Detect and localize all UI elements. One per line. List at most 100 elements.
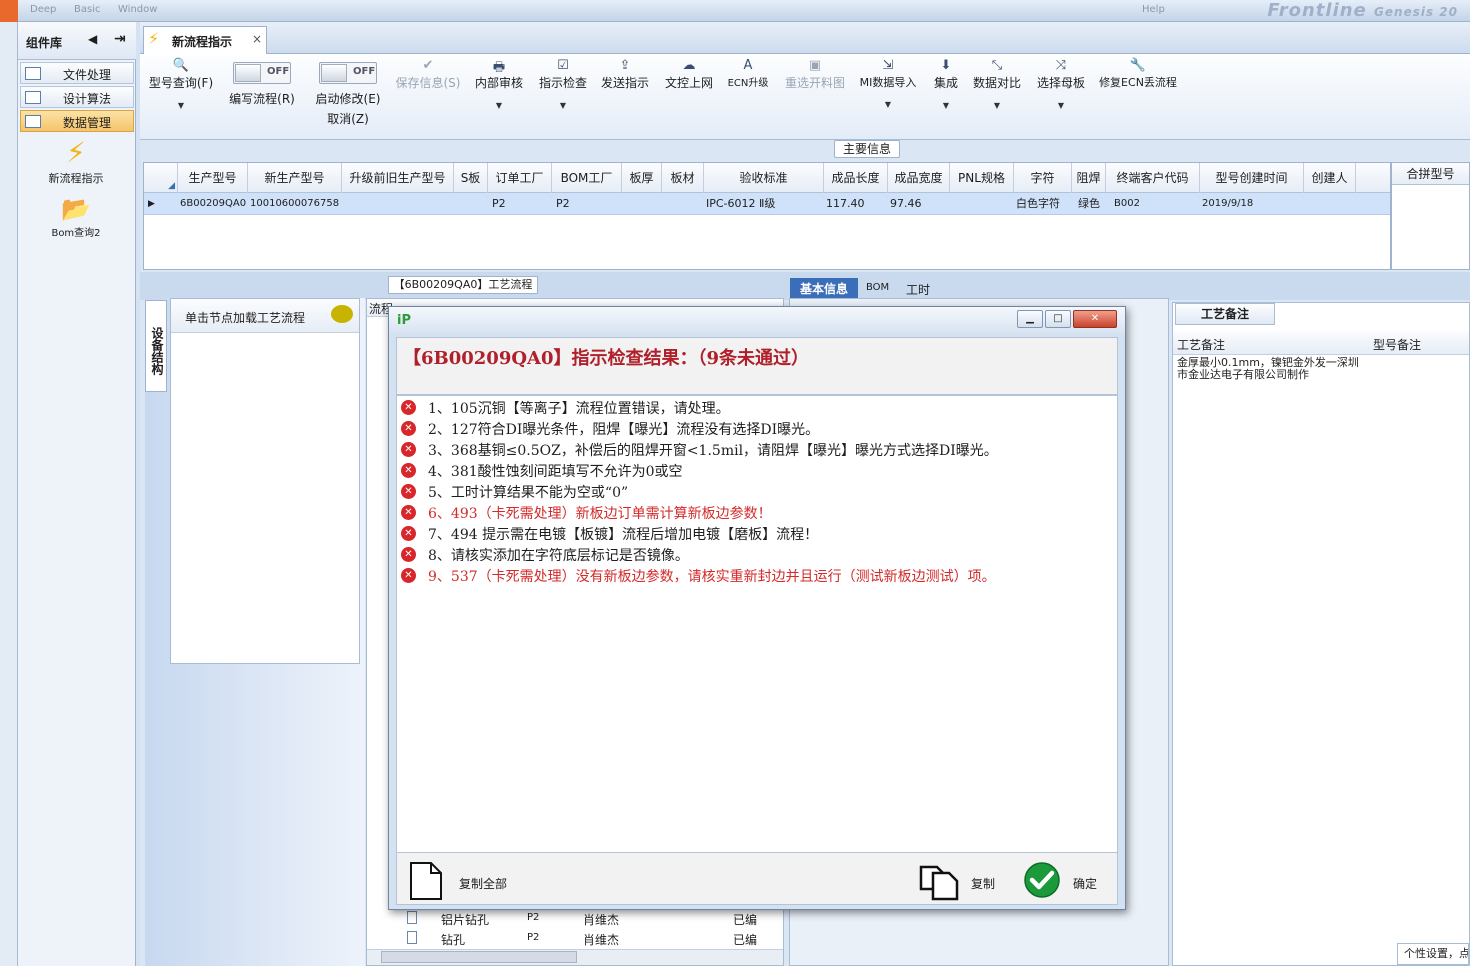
tab-basic-info[interactable]: 基本信息	[790, 278, 858, 300]
menu-window[interactable]: Window	[118, 4, 157, 15]
error-icon: ✕	[401, 526, 416, 541]
tab-device-structure[interactable]: 设备结构	[145, 300, 167, 392]
grid-cell[interactable]	[342, 193, 454, 215]
grid-cell[interactable]	[662, 193, 704, 215]
pin-icon[interactable]: ⇥	[114, 31, 126, 47]
start-modify-toggle[interactable]: OFF 启动修改(E) 取消(Z)	[308, 62, 388, 127]
lightning-icon: ⚡	[148, 29, 160, 48]
model-query-button[interactable]: 🔍 型号查询(F) ▼	[146, 58, 216, 110]
copy-button[interactable]: 复制	[917, 859, 1007, 901]
grid-cell[interactable]: 绿色	[1076, 193, 1106, 215]
maximize-icon[interactable]: □	[1045, 310, 1071, 328]
cancel-label[interactable]: 取消(Z)	[308, 110, 388, 127]
collapse-left-icon[interactable]: ◀	[88, 32, 97, 46]
grid-cell[interactable]: 2019/9/18	[1200, 193, 1304, 215]
table-row[interactable]: 钻孔 P2 肖维杰 已编	[407, 929, 783, 949]
tool-new-flow[interactable]: ⚡ 新流程指示	[28, 136, 124, 186]
save-info-button[interactable]: ✔ 保存信息(S)	[392, 58, 464, 91]
column-header[interactable]: 终端客户代码	[1106, 163, 1200, 193]
grid-cell[interactable]: 10010600076758	[248, 193, 342, 215]
column-header[interactable]: 生产型号	[178, 163, 248, 193]
column-header[interactable]: 验收标准	[704, 163, 824, 193]
toggle-switch[interactable]: OFF	[319, 62, 377, 84]
import-icon: ⇲	[882, 58, 894, 73]
send-indication-button[interactable]: ⇪ 发送指示	[598, 58, 652, 91]
scrollbar-thumb[interactable]	[381, 951, 577, 963]
grid-cell[interactable]	[454, 193, 488, 215]
check-result-list: ✕ 1、105沉铜【等离子】流程位置错误，请处理。 ✕ 2、127符合DI曝光条件，…	[396, 395, 1118, 853]
menu-deep[interactable]: Deep	[30, 4, 56, 15]
data-compare-button[interactable]: ⤡ 数据对比 ▼	[970, 58, 1024, 110]
mi-data-import-button[interactable]: ⇲ MI数据导入 ▼	[856, 58, 920, 109]
write-flow-toggle[interactable]: OFF 编写流程(R)	[224, 62, 300, 107]
merge-model-panel: 合拼型号	[1391, 162, 1470, 270]
column-header[interactable]: 工艺备注	[1177, 336, 1225, 353]
internal-review-button[interactable]: 🖶 内部审核 ▼	[472, 58, 526, 110]
menu-help[interactable]: Help	[1142, 4, 1165, 15]
menu-basic[interactable]: Basic	[74, 4, 100, 15]
column-header[interactable]: 型号备注	[1373, 336, 1421, 353]
component-library-panel: 组件库 ◀ ⇥ 文件处理 设计算法 数据管理 ⚡ 新流程指示 📂 Bom查询2	[18, 22, 136, 966]
tool-bom-query[interactable]: 📂 Bom查询2	[28, 194, 124, 239]
column-header[interactable]: 升级前旧生产型号	[342, 163, 454, 193]
column-header[interactable]: PNL规格	[950, 163, 1014, 193]
horizontal-scrollbar[interactable]	[367, 949, 783, 965]
nav-item-label: 文件处理	[63, 68, 112, 82]
error-icon: ✕	[401, 484, 416, 499]
column-header[interactable]: 型号创建时间	[1200, 163, 1304, 193]
ok-button[interactable]: 确定	[1023, 861, 1113, 901]
ecn-upgrade-button[interactable]: A ECN升级	[724, 58, 772, 89]
check-indication-button[interactable]: ☑ 指示检查 ▼	[536, 58, 590, 110]
tab-new-flow[interactable]: ⚡ 新流程指示 ×	[143, 26, 267, 54]
fix-ecn-flow-button[interactable]: 🔧 修复ECN丢流程	[1096, 58, 1180, 90]
close-icon[interactable]: ✕	[1073, 310, 1117, 328]
grid-cell[interactable]: 97.46	[888, 193, 950, 215]
table-row[interactable]: ▶ 6B00209QA0 10010600076758 P2 P2 IPC-60…	[144, 193, 1390, 215]
minimize-icon[interactable]: ▁	[1017, 310, 1043, 328]
tool-label: 新流程指示	[48, 172, 104, 185]
nav-item-design-algorithm[interactable]: 设计算法	[20, 86, 134, 108]
column-header[interactable]: 成品长度	[824, 163, 888, 193]
grid-cell[interactable]: 6B00209QA0	[178, 193, 248, 215]
grid-cell[interactable]	[950, 193, 1014, 215]
column-header[interactable]: 创建人	[1304, 163, 1356, 193]
grid-cell[interactable]: P2	[488, 193, 552, 215]
download-icon: ⬇	[940, 58, 952, 73]
column-header[interactable]: BOM工厂	[552, 163, 622, 193]
select-mother-board-button[interactable]: ⤨ 选择母板 ▼	[1034, 58, 1088, 110]
integrate-button[interactable]: ⬇ 集成 ▼	[930, 58, 962, 110]
column-header[interactable]: 板材	[662, 163, 704, 193]
grid-cell[interactable]: 117.40	[824, 193, 888, 215]
toggle-switch[interactable]: OFF	[233, 62, 291, 84]
column-header[interactable]: 合拼型号	[1392, 163, 1469, 185]
column-header[interactable]: 板厚	[622, 163, 662, 193]
tab-bom[interactable]: BOM	[866, 282, 889, 293]
tool-label: Bom查询2	[51, 228, 101, 239]
remark-grid-header: 工艺备注 型号备注	[1173, 331, 1469, 355]
reselect-cut-drawing-button[interactable]: ▣ 重选开料图	[782, 58, 848, 91]
nav-item-data-management[interactable]: 数据管理	[20, 110, 134, 132]
grid-cell[interactable]: IPC-6012 Ⅱ级	[704, 193, 824, 215]
button-label: 文控上网	[664, 76, 713, 90]
column-header[interactable]: 字符	[1014, 163, 1072, 193]
tab-close-icon[interactable]: ×	[252, 32, 262, 46]
nav-item-file-processing[interactable]: 文件处理	[20, 62, 134, 84]
table-row[interactable]: 铝片钻孔 P2 肖维杰 已编	[407, 909, 783, 929]
tab-work-hours[interactable]: 工时	[906, 281, 930, 298]
grid-cell[interactable]: B002	[1112, 193, 1200, 215]
column-header[interactable]: 新生产型号	[248, 163, 342, 193]
remark-text: 金厚最小0.1mm，镍钯金外发一深圳市金业达电子有限公司制作	[1177, 356, 1359, 381]
grid-cell[interactable]: 白色字符	[1014, 193, 1072, 215]
column-header[interactable]: 阻焊	[1072, 163, 1106, 193]
toggle-state: OFF	[353, 66, 376, 77]
grid-cell[interactable]	[622, 193, 662, 215]
remark-tab[interactable]: 工艺备注	[1175, 303, 1275, 325]
grid-cell[interactable]: P2	[552, 193, 622, 215]
column-header[interactable]: 成品宽度	[888, 163, 950, 193]
column-header[interactable]: 订单工厂	[488, 163, 552, 193]
column-header[interactable]: S板	[454, 163, 488, 193]
doc-upload-button[interactable]: ☁ 文控上网	[662, 58, 716, 91]
personal-settings-label[interactable]: 个性设置，点	[1397, 943, 1469, 965]
grid-cell[interactable]	[1304, 193, 1356, 215]
copy-all-button[interactable]: 复制全部	[409, 861, 549, 901]
